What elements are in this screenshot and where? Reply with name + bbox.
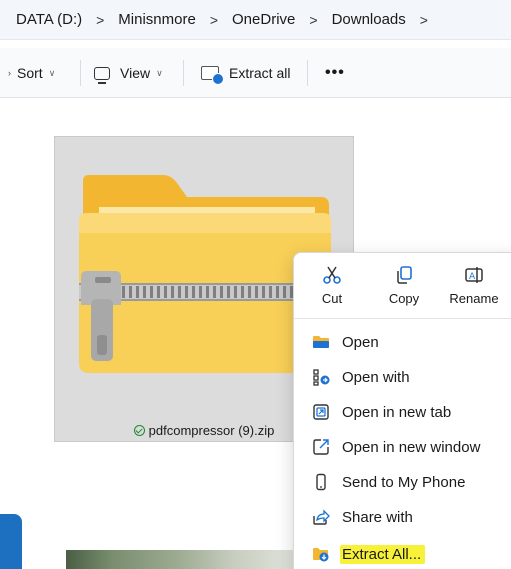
quick-actions-row: Cut Copy A Rename <box>294 253 511 319</box>
breadcrumb: DATA (D:) > Minisnmore > OneDrive > Down… <box>0 0 511 40</box>
menu-item-open-new-tab[interactable]: Open in new tab <box>300 395 511 429</box>
menu-item-open[interactable]: Open <box>300 325 511 359</box>
menu-item-open-with[interactable]: Open with <box>300 360 511 394</box>
new-tab-icon <box>313 404 329 420</box>
view-icon <box>94 66 110 84</box>
breadcrumb-item-drive[interactable]: DATA (D:) <box>16 11 82 28</box>
cut-label: Cut <box>321 291 343 306</box>
breadcrumb-item-downloads[interactable]: Downloads <box>332 11 406 28</box>
chevron-right-icon: > <box>209 11 219 28</box>
new-window-icon <box>313 439 329 455</box>
view-button[interactable]: View ∨ <box>94 48 163 98</box>
rename-button[interactable]: A Rename <box>440 259 508 315</box>
view-label: View <box>120 65 151 81</box>
chevron-right-icon[interactable]: > <box>420 12 428 28</box>
sidebar-accent <box>0 514 22 569</box>
divider <box>80 60 81 86</box>
menu-item-label: Open <box>342 333 379 351</box>
svg-text:A: A <box>469 272 476 282</box>
sort-button[interactable]: › Sort ∨ <box>8 48 55 98</box>
rename-label: Rename <box>449 291 499 306</box>
divider <box>183 60 184 86</box>
menu-item-label: Open in new tab <box>342 403 452 421</box>
extract-all-button[interactable]: Extract all <box>201 48 290 98</box>
rename-icon: A <box>465 267 483 283</box>
breadcrumb-item-onedrive[interactable]: OneDrive <box>232 11 295 28</box>
extract-icon <box>313 548 329 562</box>
file-name-text: pdfcompressor (9).zip <box>148 423 275 438</box>
command-bar: › Sort ∨ View ∨ Extract all ••• <box>0 48 511 98</box>
more-options-button[interactable]: ••• <box>325 48 345 98</box>
sort-icon: › <box>8 68 11 78</box>
chevron-down-icon: ∨ <box>48 67 56 78</box>
chevron-down-icon: ∨ <box>156 67 163 78</box>
breadcrumb-item-minisnmore[interactable]: Minisnmore <box>118 11 196 28</box>
open-with-icon <box>313 369 330 386</box>
copy-label: Copy <box>388 291 420 306</box>
extract-icon <box>201 66 224 85</box>
chevron-right-icon: > <box>96 11 105 28</box>
copy-icon <box>397 266 412 284</box>
menu-item-label: Extract All... <box>340 544 426 564</box>
menu-item-label: Send to My Phone <box>342 473 466 491</box>
menu-item-share-with[interactable]: Share with <box>300 500 511 534</box>
cut-button[interactable]: Cut <box>298 259 366 315</box>
menu-item-label: Open in new window <box>342 438 481 456</box>
extract-label: Extract all <box>229 65 291 81</box>
menu-item-label: Open with <box>342 368 410 386</box>
copy-button[interactable]: Copy <box>370 259 438 315</box>
share-icon <box>313 509 330 525</box>
folder-icon <box>313 336 329 348</box>
chevron-right-icon: > <box>309 11 318 28</box>
context-menu: Cut Copy A Rename Open Open with Open in… <box>293 252 511 569</box>
menu-item-label: Share with <box>342 508 413 526</box>
scissors-icon <box>323 266 341 284</box>
sync-status-check-icon <box>133 425 145 436</box>
image-thumbnail[interactable] <box>66 550 306 569</box>
menu-item-extract-all[interactable]: Extract All... <box>300 537 511 569</box>
menu-item-open-new-window[interactable]: Open in new window <box>300 430 511 464</box>
phone-icon <box>316 473 326 491</box>
menu-item-send-to-phone[interactable]: Send to My Phone <box>300 465 511 499</box>
sort-label: Sort <box>17 65 43 81</box>
divider <box>307 60 308 86</box>
